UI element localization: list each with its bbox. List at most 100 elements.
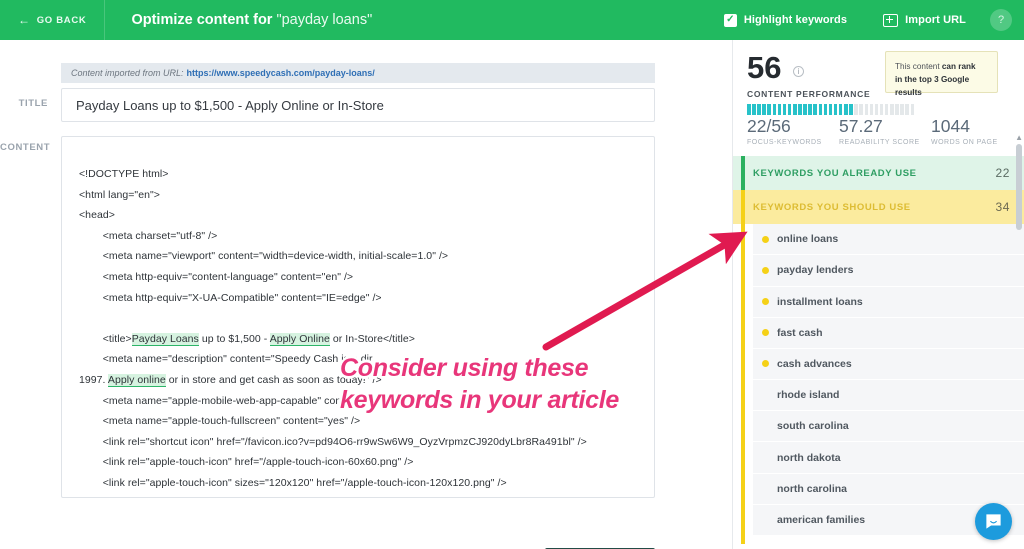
meter-segment — [767, 104, 771, 115]
meter-segment — [874, 104, 879, 115]
keyword-list-item[interactable]: installment loans — [753, 286, 1024, 318]
score-header: 56 i CONTENT PERFORMANCE This content ca… — [733, 40, 1024, 115]
keyword-list-item[interactable]: north carolina — [753, 473, 1024, 505]
help-button[interactable]: ? — [990, 9, 1012, 31]
chat-launcher-button[interactable] — [975, 503, 1012, 540]
content-editor[interactable]: <!DOCTYPE html> <html lang="en"> <head> <m… — [61, 136, 655, 498]
meter-segment — [854, 104, 858, 115]
rank-tooltip: This content can rank in the top 3 Googl… — [885, 51, 998, 97]
meter-segment — [905, 104, 909, 115]
keywords-already-use-header[interactable]: KEYWORDS YOU ALREADY USE 22 — [733, 156, 1024, 191]
imported-url-prefix: Content imported from URL: — [71, 68, 184, 78]
title-field-label: TITLE — [18, 98, 48, 109]
meter-segment — [803, 104, 807, 115]
title-input-value: Payday Loans up to $1,500 - Apply Online… — [76, 97, 384, 113]
meter-segment — [833, 104, 838, 115]
stat-label: WORDS ON PAGE — [931, 139, 998, 147]
stat-block: 1044 WORDS ON PAGE — [931, 116, 1023, 146]
content-editor-code[interactable]: <!DOCTYPE html> <html lang="en"> <head> <m… — [62, 137, 654, 494]
scrollbar-thumb[interactable] — [1016, 144, 1022, 230]
meter-segment — [772, 104, 777, 115]
keyword-list-item[interactable]: online loans — [753, 224, 1024, 256]
meter-segment — [808, 104, 812, 115]
keyword-label: installment loans — [777, 295, 863, 308]
stat-block: 22/56 FOCUS-KEYWORDS — [747, 116, 839, 146]
meter-segment — [818, 104, 823, 115]
keyword-bullet-icon — [762, 266, 769, 274]
code-line: <title>Payday Loans up to $1,500 - Apply… — [79, 332, 415, 346]
meter-segment — [890, 104, 894, 115]
chat-bubble-icon — [986, 514, 1001, 529]
code-line: <link rel="apple-touch-icon" href="/appl… — [79, 456, 414, 469]
stat-label: FOCUS-KEYWORDS — [747, 139, 822, 147]
code-line: <meta http-equiv="content-language" cont… — [79, 270, 354, 283]
meter-segment — [869, 104, 874, 115]
keywords-should-use-label: KEYWORDS YOU SHOULD USE — [753, 201, 911, 213]
content-performance-score: 56 — [747, 50, 782, 85]
meter-segment — [859, 104, 863, 115]
meter-segment — [864, 104, 869, 115]
stat-value: 1044 — [931, 116, 970, 136]
code-line: <!DOCTYPE html> — [79, 168, 169, 180]
app-root: ← GO BACK Optimize content for "payday l… — [0, 0, 1024, 549]
keyword-label: american families — [777, 513, 866, 526]
score-sidebar: 56 i CONTENT PERFORMANCE This content ca… — [732, 40, 1024, 549]
keyword-list-item[interactable]: rhode island — [753, 380, 1024, 412]
left-arrow-icon: ← — [18, 13, 31, 27]
import-icon — [883, 13, 899, 27]
meter-segment — [844, 104, 848, 115]
keywords-already-use-count: 22 — [995, 166, 1010, 181]
meter-segment — [838, 104, 843, 115]
info-icon[interactable]: i — [792, 66, 804, 77]
code-line: <meta http-equiv="X-UA-Compatible" conte… — [79, 291, 382, 304]
imported-url-link[interactable]: https://www.speedycash.com/payday-loans/ — [187, 68, 375, 78]
meter-segment — [787, 104, 792, 115]
highlight-keywords-toggle[interactable]: ✓ Highlight keywords — [706, 0, 865, 40]
meter-segment — [879, 104, 884, 115]
meter-segment — [752, 104, 756, 115]
meter-segment — [849, 104, 853, 115]
go-back-label: GO BACK — [36, 14, 87, 26]
keyword-list-item[interactable]: north dakota — [753, 442, 1024, 474]
code-line: <meta name="description" content="Speedy… — [79, 353, 373, 366]
code-line: <meta name="apple-mobile-web-app-capable… — [79, 394, 351, 407]
title-input[interactable]: Payday Loans up to $1,500 - Apply Online… — [61, 88, 655, 122]
meter-segment — [813, 104, 817, 115]
meter-segment — [884, 104, 889, 115]
keyword-list-item[interactable]: fast cash — [753, 317, 1024, 349]
meter-segment — [900, 104, 904, 115]
stat-block: 57.27 READABILITY SCORE — [839, 116, 931, 146]
rank-tooltip-line1-bold: can rank — [941, 62, 976, 71]
stat-value: 57.27 — [839, 116, 883, 136]
keyword-label: north carolina — [777, 482, 848, 495]
keyword-list-item[interactable]: south carolina — [753, 411, 1024, 443]
imported-url-banner: Content imported from URL: https://www.s… — [61, 63, 655, 83]
topbar-actions: ✓ Highlight keywords Import URL ? — [706, 0, 1024, 40]
stat-value: 22/56 — [747, 116, 791, 136]
import-url-button[interactable]: Import URL — [865, 0, 984, 40]
scrollbar-up-arrow[interactable]: ▲ — [1015, 133, 1023, 142]
go-back-button[interactable]: ← GO BACK — [0, 0, 104, 40]
keyword-list-item[interactable]: cash advances — [753, 348, 1024, 381]
page-title-main: Optimize content for — [131, 12, 277, 28]
meter-segment — [757, 104, 761, 115]
keyword-bullet-icon — [762, 298, 769, 306]
code-line: 1997. Apply online or in store and get c… — [79, 373, 382, 387]
keyword-bullet-icon — [762, 360, 769, 368]
code-line: <meta charset="utf-8" /> — [79, 229, 218, 242]
checkbox-icon[interactable]: ✓ — [723, 13, 737, 27]
meter-segment — [747, 104, 751, 115]
meter-segment — [895, 104, 899, 115]
keywords-should-use-header[interactable]: KEYWORDS YOU SHOULD USE 34 — [733, 190, 1024, 225]
code-line: <head> — [79, 209, 115, 222]
keyword-label: fast cash — [777, 326, 823, 339]
rank-tooltip-line1-plain: This content — [895, 62, 942, 71]
meter-segment — [798, 104, 802, 115]
keyword-suggestion-list: online loans payday lenders installment lo… — [733, 224, 1024, 544]
keyword-list-item[interactable]: payday lenders — [753, 255, 1024, 287]
code-line: <meta name="apple-touch-fullscreen" cont… — [79, 415, 361, 428]
content-performance-meter — [747, 104, 915, 115]
meter-segment — [782, 104, 787, 115]
keyword-bullet-icon — [762, 329, 769, 337]
editor-pane: TITLE CONTENT Content imported from URL:… — [0, 40, 732, 549]
